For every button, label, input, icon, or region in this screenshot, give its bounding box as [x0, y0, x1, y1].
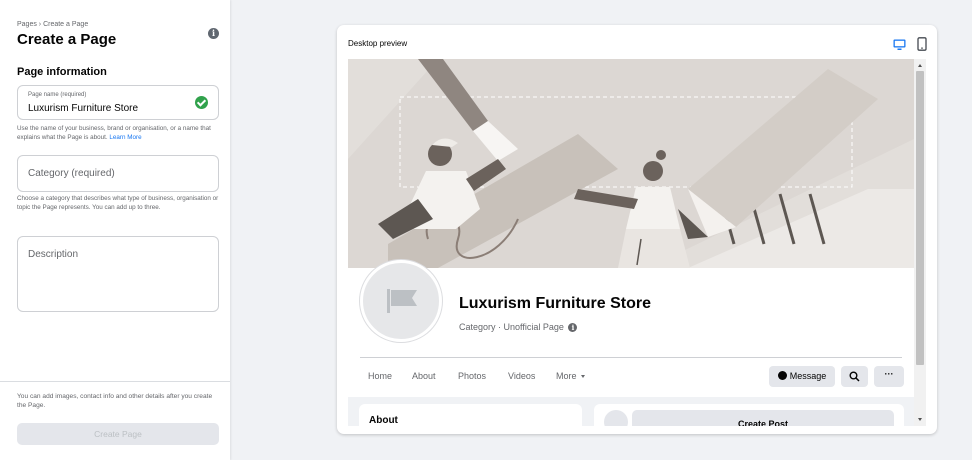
- profile-divider: [360, 357, 902, 358]
- check-circle-icon: [195, 96, 208, 109]
- category-info-icon[interactable]: i: [568, 323, 578, 333]
- section-title: Page information: [17, 66, 107, 78]
- more-options-button[interactable]: ···: [874, 366, 904, 387]
- preview-card: Desktop preview Luxurism Furniture Store…: [337, 25, 937, 434]
- page-name-label: Page name (required): [28, 92, 87, 98]
- profile-picture: [360, 260, 442, 342]
- cover-photo: [348, 59, 914, 268]
- mobile-icon[interactable]: [917, 37, 927, 51]
- page-preview: Luxurism Furniture Store Category · Unof…: [348, 59, 926, 426]
- tab-more[interactable]: More: [556, 371, 585, 381]
- message-button[interactable]: Message: [769, 366, 835, 387]
- footer-note: You can add images, contact info and oth…: [17, 393, 213, 409]
- page-title: Create a Page: [17, 31, 117, 48]
- scroll-down-icon[interactable]: [918, 418, 922, 421]
- create-page-button[interactable]: Create Page: [17, 423, 219, 445]
- post-avatar: [604, 410, 628, 426]
- category-placeholder: Category (required): [28, 168, 115, 179]
- about-title: About: [369, 415, 398, 426]
- search-icon: [849, 371, 860, 382]
- page-name-help: Use the name of your business, brand or …: [17, 125, 222, 142]
- info-icon[interactable]: i: [208, 28, 219, 39]
- about-card: About: [359, 404, 582, 426]
- ellipsis-icon: ···: [884, 369, 894, 379]
- create-post-card: Create Post: [594, 404, 904, 426]
- flag-icon: [387, 289, 417, 313]
- category-help: Choose a category that describes what ty…: [17, 195, 219, 211]
- category-field[interactable]: Category (required): [17, 155, 219, 192]
- cover-illustration-icon: [348, 59, 914, 268]
- preview-category-text: Category · Unofficial Page: [459, 322, 564, 332]
- learn-more-link[interactable]: Learn More: [109, 134, 141, 141]
- description-field[interactable]: Description: [17, 236, 219, 312]
- search-button[interactable]: [841, 366, 868, 387]
- preview-scrollbar[interactable]: [914, 59, 926, 426]
- page-name-value[interactable]: Luxurism Furniture Store: [28, 103, 138, 114]
- create-post-button[interactable]: Create Post: [632, 410, 894, 426]
- page-name-field[interactable]: Page name (required) Luxurism Furniture …: [17, 85, 219, 120]
- preview-page-name: Luxurism Furniture Store: [459, 295, 652, 312]
- desktop-icon[interactable]: [893, 38, 906, 51]
- scroll-thumb[interactable]: [916, 71, 924, 365]
- description-placeholder: Description: [28, 249, 79, 260]
- tab-about[interactable]: About: [412, 371, 436, 381]
- scroll-up-icon[interactable]: [918, 64, 922, 67]
- tab-more-label: More: [556, 371, 577, 381]
- panel-footer: You can add images, contact info and oth…: [0, 381, 230, 460]
- profile-header: Luxurism Furniture Store Category · Unof…: [348, 260, 914, 397]
- create-page-panel: Pages › Create a Page Create a Page i Pa…: [0, 0, 230, 460]
- chevron-down-icon: [580, 375, 585, 379]
- messenger-icon: [777, 371, 787, 381]
- preview-page-category: Category · Unofficial Page i: [459, 322, 578, 333]
- preview-label: Desktop preview: [348, 39, 408, 48]
- message-button-label: Message: [789, 371, 827, 381]
- breadcrumb[interactable]: Pages › Create a Page: [17, 21, 88, 28]
- tab-videos[interactable]: Videos: [508, 371, 535, 381]
- tab-home[interactable]: Home: [368, 371, 392, 381]
- tab-photos[interactable]: Photos: [458, 371, 486, 381]
